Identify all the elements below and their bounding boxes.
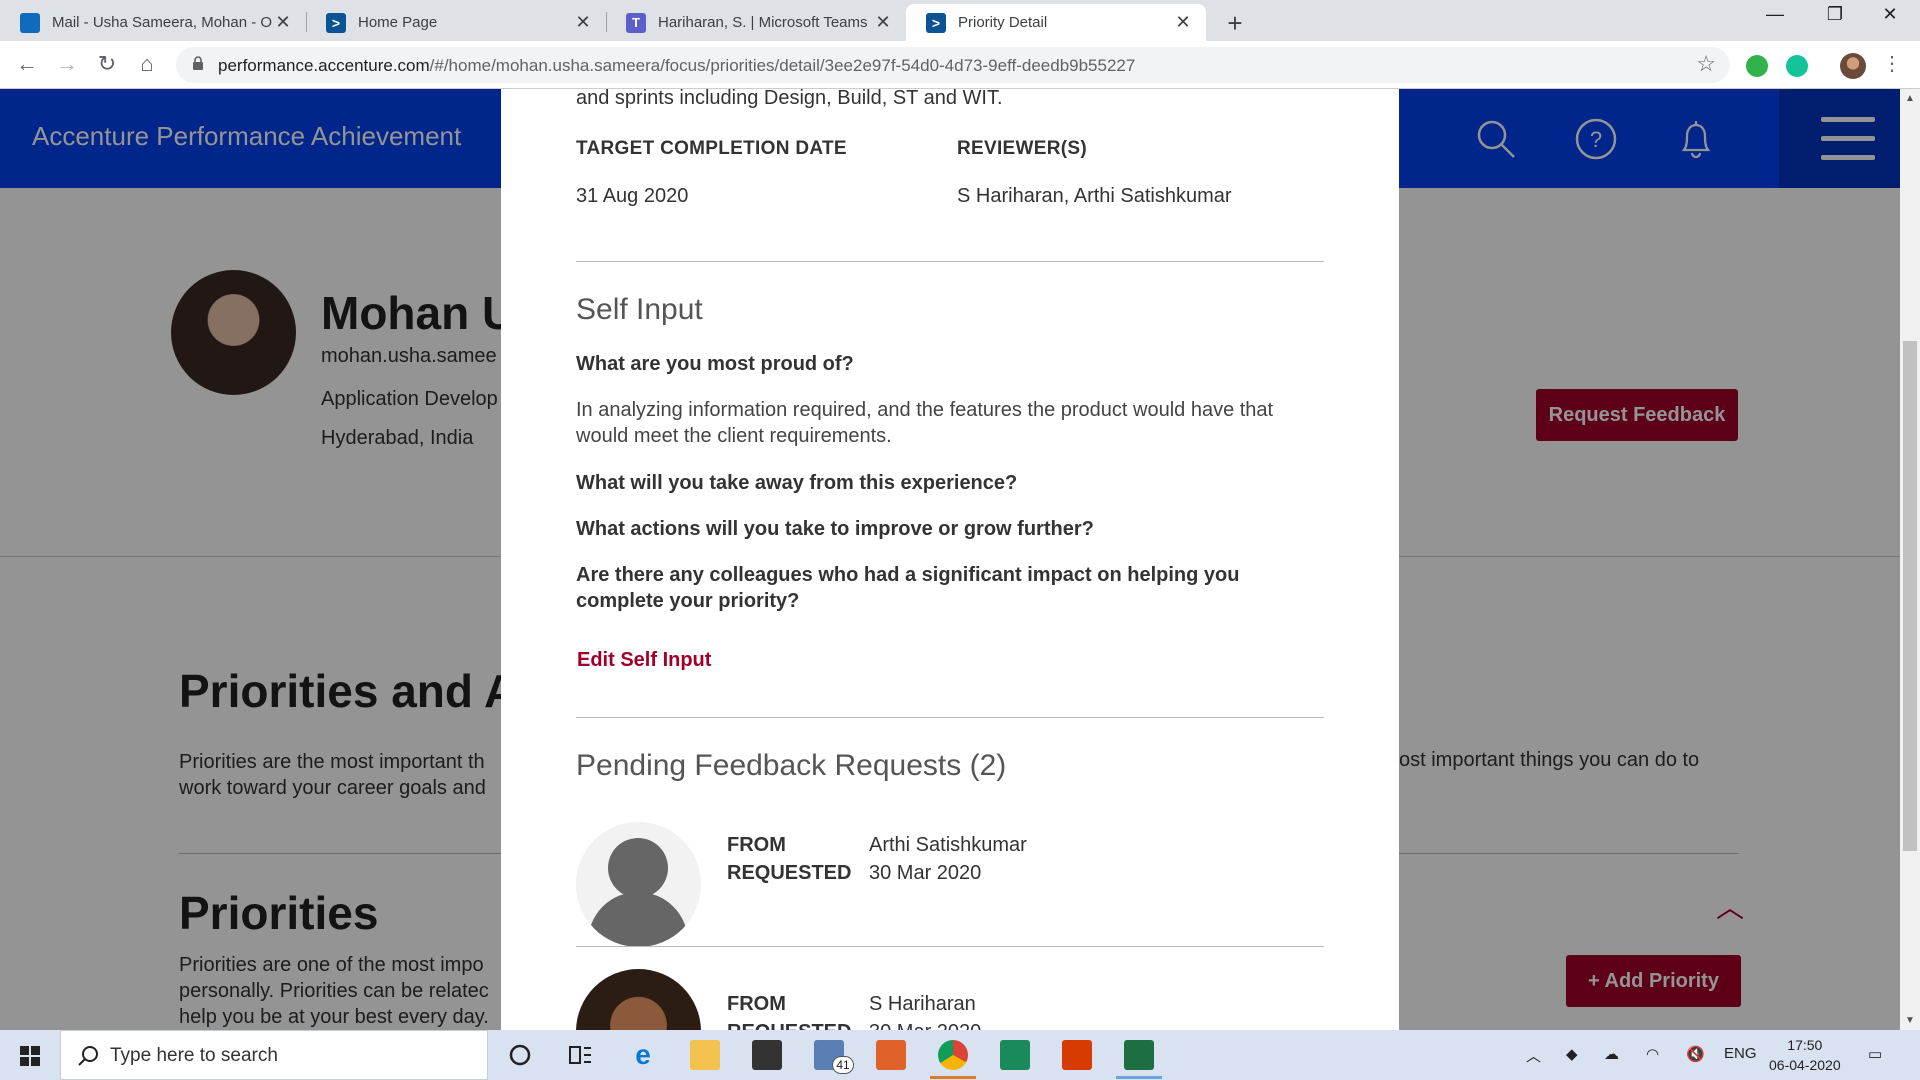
profile-avatar-icon[interactable] [1840,53,1866,79]
task-view-icon[interactable] [565,1040,595,1070]
from-value: S Hariharan [869,993,976,1015]
question-proud: What are you most proud of? [576,353,854,375]
dropbox-icon[interactable]: ◆ [1566,1045,1578,1063]
lock-icon [193,56,203,70]
divider [576,717,1324,718]
scroll-up-icon[interactable]: ▲ [1900,93,1920,104]
page-content: Accenture Performance Achievement ? Moha… [0,89,1900,1030]
taskbar-search-input[interactable]: Type here to search [60,1030,488,1080]
browser-tab-bar: Mail - Usha Sameera, Mohan - O ✕ > Home … [0,0,1920,41]
forward-button[interactable]: → [53,51,81,77]
tab-home-page[interactable]: > Home Page ✕ [306,4,606,41]
sublime-icon[interactable] [876,1040,906,1070]
office-icon[interactable] [1062,1040,1092,1070]
tab-label: Mail - Usha Sameera, Mohan - O [52,14,272,31]
excel-icon[interactable] [1124,1040,1154,1070]
from-label: FROM [727,834,786,856]
windows-start-icon[interactable] [20,1046,40,1066]
new-tab-button[interactable]: + [1222,8,1248,39]
clock-date: 06-04-2020 [1769,1057,1841,1073]
cortana-icon[interactable] [505,1040,535,1070]
tab-mail[interactable]: Mail - Usha Sameera, Mohan - O ✕ [0,4,306,41]
divider [576,946,1324,947]
requester-avatar [576,822,701,947]
minimize-button[interactable]: — [1745,4,1805,25]
reload-button[interactable]: ↻ [93,51,121,77]
onedrive-icon[interactable]: ☁ [1604,1045,1619,1063]
requester-avatar [576,969,701,1030]
language-indicator[interactable]: ENG [1724,1045,1757,1062]
bookmark-star-icon[interactable]: ☆ [1696,51,1716,77]
from-label: FROM [727,993,786,1015]
divider [576,261,1324,262]
home-button[interactable]: ⌂ [133,51,161,77]
chrome-icon[interactable] [938,1040,968,1070]
address-bar: ← → ↻ ⌂ performance.accenture.com/#/home… [0,41,1920,89]
target-date-label: TARGET COMPLETION DATE [576,138,847,159]
page-scrollbar[interactable]: ▲ ▼ [1900,89,1920,1030]
self-input-heading: Self Input [576,293,703,326]
tab-label: Priority Detail [958,14,1048,31]
question-takeaway: What will you take away from this experi… [576,472,1018,494]
browser-menu-icon[interactable]: ⋮ [1878,51,1906,76]
url-field[interactable]: performance.accenture.com/#/home/mohan.u… [176,47,1730,83]
restore-button[interactable]: ❐ [1805,4,1865,25]
scroll-down-icon[interactable]: ▼ [1900,1015,1920,1026]
requested-value: 30 Mar 2020 [869,1021,981,1030]
priority-detail-modal: and sprints including Design, Build, ST … [501,89,1399,1030]
question-colleagues: Are there any colleagues who had a signi… [576,564,1240,612]
notifications-icon[interactable]: ▭ [1868,1045,1882,1063]
from-value: Arthi Satishkumar [869,834,1027,856]
volume-muted-icon[interactable]: 🔇 [1686,1045,1705,1063]
extension-icon[interactable] [1746,55,1768,77]
edge-icon[interactable]: e [628,1040,658,1070]
chevron-up-icon[interactable]: ︿ [1526,1045,1541,1066]
tab-priority-detail[interactable]: > Priority Detail ✕ [906,4,1206,41]
tab-label: Hariharan, S. | Microsoft Teams [658,14,868,31]
accenture-icon: > [326,12,346,33]
person-icon [608,838,668,898]
system-clock[interactable]: 17:50 06-04-2020 [1769,1035,1841,1075]
close-window-button[interactable]: ✕ [1860,4,1920,25]
accenture-icon: > [926,12,946,33]
close-icon[interactable]: ✕ [272,12,294,33]
store-icon[interactable] [752,1040,782,1070]
requested-value: 30 Mar 2020 [869,862,982,884]
wifi-icon[interactable]: ◠ [1646,1045,1659,1063]
clock-time: 17:50 [1787,1037,1823,1053]
grammarly-icon[interactable] [1786,55,1808,77]
edit-self-input-link[interactable]: Edit Self Input [577,649,711,672]
active-app-indicator [930,1076,976,1079]
outlook-icon [20,12,40,33]
question-actions: What actions will you take to improve or… [576,518,1094,540]
search-icon [78,1046,98,1066]
file-explorer-icon[interactable] [690,1040,720,1070]
priority-description-tail: and sprints including Design, Build, ST … [576,89,1003,109]
tab-teams[interactable]: T Hariharan, S. | Microsoft Teams ✕ [606,4,906,41]
app-icon[interactable] [1000,1040,1030,1070]
answer-proud: In analyzing information required, and t… [576,399,1274,447]
close-icon[interactable]: ✕ [1172,12,1194,33]
tab-label: Home Page [358,14,438,31]
open-app-indicator [1116,1076,1162,1079]
close-icon[interactable]: ✕ [872,12,894,33]
close-icon[interactable]: ✕ [572,12,594,33]
search-placeholder: Type here to search [110,1045,278,1066]
reviewers-label: REVIEWER(S) [957,138,1087,159]
teams-icon: T [626,12,646,33]
url-text: performance.accenture.com/#/home/mohan.u… [218,56,1135,76]
back-button[interactable]: ← [13,51,41,77]
person-icon-body [588,892,688,947]
requested-label: REQUESTED [727,862,852,884]
target-date-value: 31 Aug 2020 [576,185,689,207]
windows-taskbar: Type here to search e 41 ︿ ◆ ☁ ◠ 🔇 ENG 1… [0,1030,1920,1080]
pending-feedback-heading: Pending Feedback Requests (2) [576,749,1007,782]
requested-label: REQUESTED [727,1021,851,1030]
scroll-thumb[interactable] [1903,341,1917,851]
url-host: performance.accenture.com [218,56,430,75]
reviewers-value: S Hariharan, Arthi Satishkumar [957,185,1232,207]
mail-badge: 41 [832,1056,854,1074]
url-path: /#/home/mohan.usha.sameera/focus/priorit… [429,56,1136,75]
